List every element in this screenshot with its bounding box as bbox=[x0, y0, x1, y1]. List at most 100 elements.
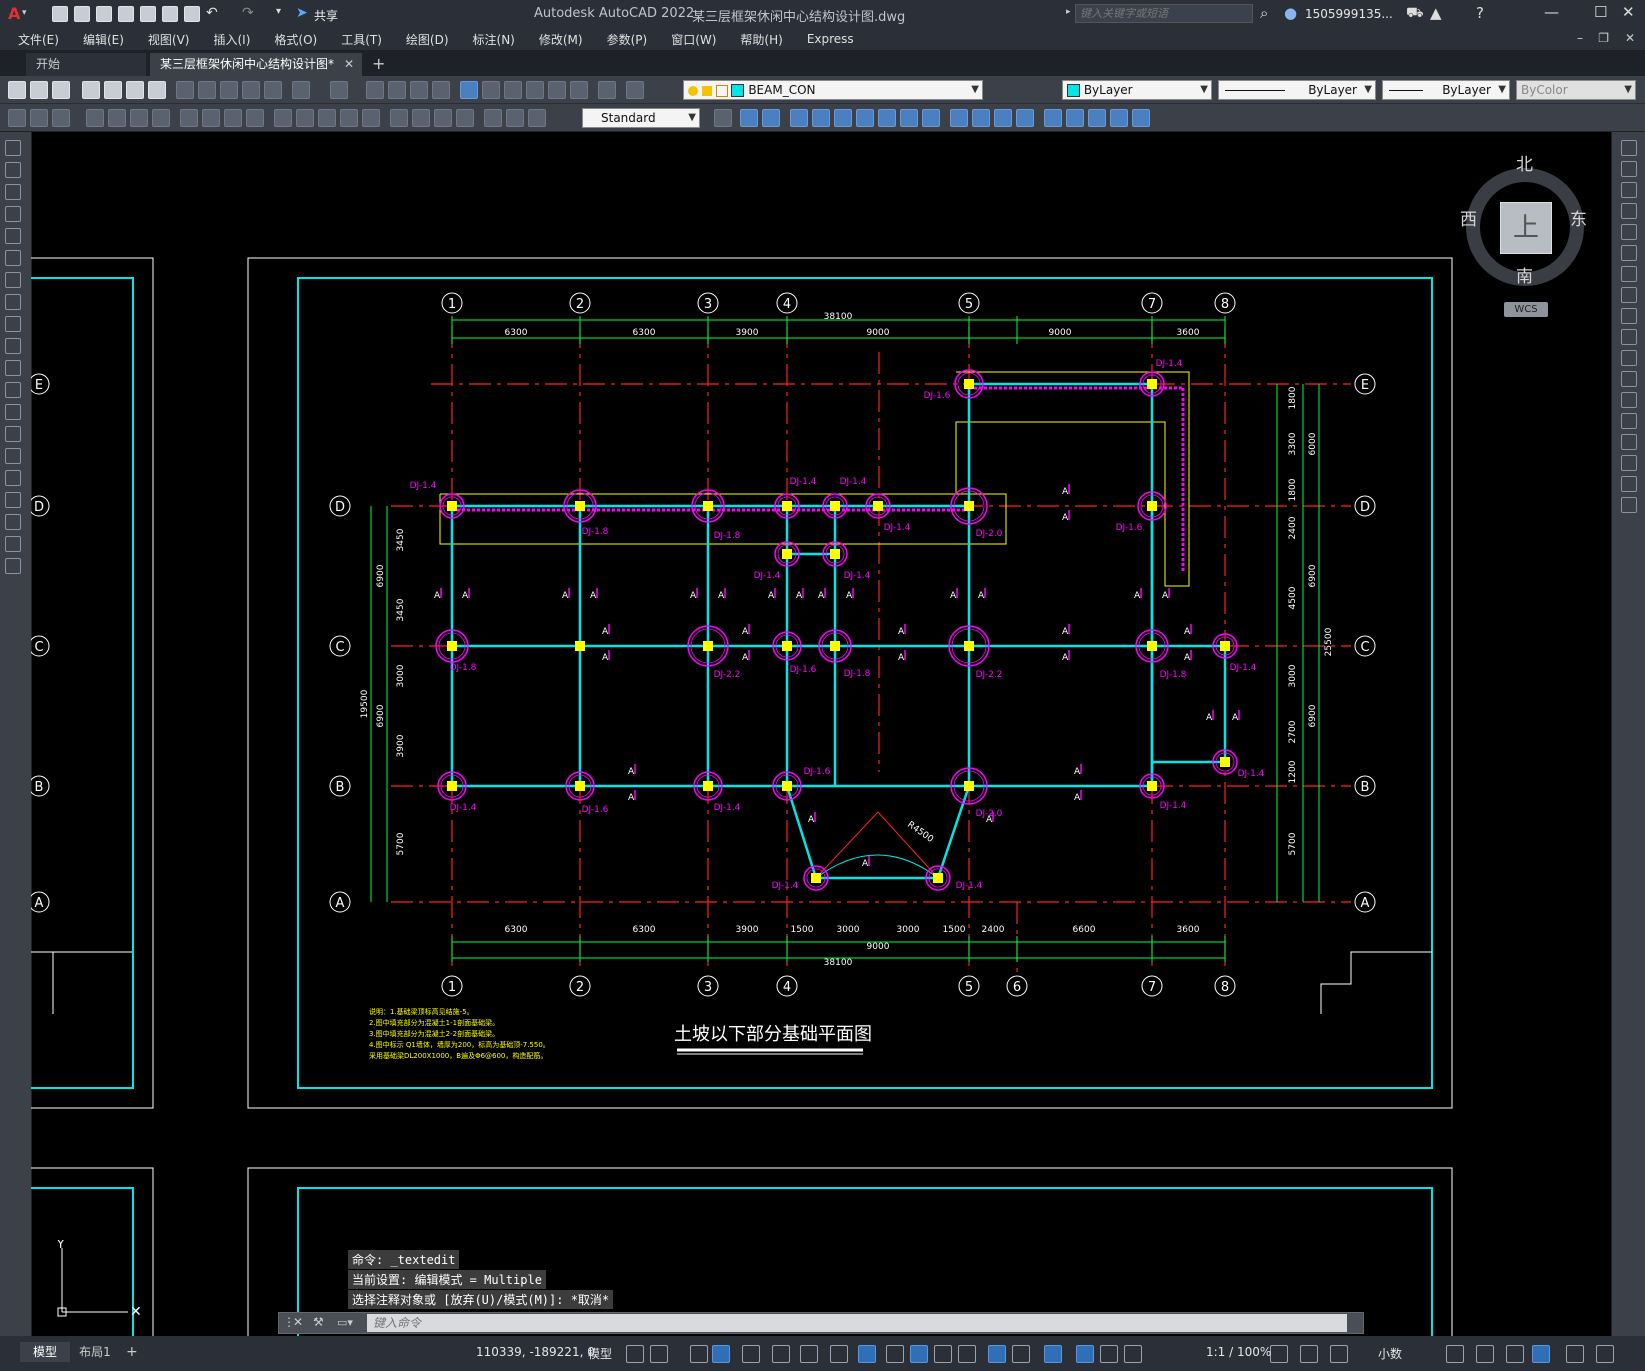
polar-icon[interactable] bbox=[772, 1345, 790, 1363]
lights-icon[interactable] bbox=[972, 109, 990, 127]
new-file-icon[interactable] bbox=[52, 6, 68, 22]
open-file-icon[interactable] bbox=[74, 6, 90, 22]
lock-ui-icon[interactable] bbox=[1476, 1345, 1494, 1363]
hatch-icon[interactable] bbox=[5, 448, 21, 464]
orbit-icon[interactable] bbox=[1044, 109, 1062, 127]
blend-curves-icon[interactable] bbox=[1621, 476, 1637, 492]
inspect-icon[interactable] bbox=[434, 109, 452, 127]
point-icon[interactable] bbox=[5, 426, 21, 442]
selection-filter-icon[interactable] bbox=[1012, 1345, 1030, 1363]
menu-draw[interactable]: 绘图(D) bbox=[406, 31, 449, 48]
cart-icon[interactable]: ⛟ bbox=[1406, 5, 1424, 23]
plotstyle-dropdown[interactable]: ByColor ▼ bbox=[1516, 80, 1636, 100]
polygon-icon[interactable] bbox=[5, 206, 21, 222]
blockeditor-icon[interactable] bbox=[264, 81, 282, 99]
walk-icon[interactable] bbox=[1066, 109, 1084, 127]
dim-space-icon[interactable] bbox=[340, 109, 358, 127]
dim-continue-icon[interactable] bbox=[318, 109, 336, 127]
3d-wedge-icon[interactable] bbox=[762, 109, 780, 127]
auto-scale-icon[interactable] bbox=[1100, 1345, 1118, 1363]
isodraft-icon[interactable] bbox=[800, 1345, 818, 1363]
transparency-icon[interactable] bbox=[910, 1345, 928, 1363]
attdef-icon[interactable] bbox=[52, 109, 70, 127]
camera-icon[interactable] bbox=[1016, 109, 1034, 127]
quick-properties-icon[interactable] bbox=[1446, 1345, 1464, 1363]
save-icon[interactable] bbox=[96, 6, 112, 22]
menu-help[interactable]: 帮助(H) bbox=[740, 31, 782, 48]
dimstyle-icon[interactable] bbox=[714, 109, 732, 127]
menu-insert[interactable]: 插入(I) bbox=[213, 31, 250, 48]
join-icon[interactable] bbox=[1621, 413, 1637, 429]
dim-diameter-icon[interactable] bbox=[224, 109, 242, 127]
toolpalettes-icon[interactable] bbox=[504, 81, 522, 99]
matchprop-icon[interactable] bbox=[242, 81, 260, 99]
line-icon[interactable] bbox=[5, 140, 21, 156]
ellipse-icon[interactable] bbox=[5, 338, 21, 354]
qdim-icon[interactable] bbox=[274, 109, 292, 127]
tab-start[interactable]: 开始 bbox=[26, 53, 146, 76]
tab-drawing[interactable]: 某三层框架休闲中心结构设计图* ✕ bbox=[150, 53, 362, 76]
workspace-icon[interactable] bbox=[1270, 1345, 1288, 1363]
plot-icon[interactable] bbox=[184, 6, 200, 22]
render-icon[interactable] bbox=[950, 109, 968, 127]
rotate-icon[interactable] bbox=[1621, 266, 1637, 282]
tolerance-icon[interactable] bbox=[390, 109, 408, 127]
redo-arrow-icon[interactable] bbox=[330, 81, 348, 99]
isolate-objects-icon[interactable] bbox=[1330, 1345, 1348, 1363]
showmotion-icon[interactable] bbox=[1132, 109, 1150, 127]
menu-format[interactable]: 格式(O) bbox=[274, 31, 317, 48]
dynamic-ucs-icon[interactable] bbox=[988, 1345, 1006, 1363]
viewcube-east[interactable]: 东 bbox=[1570, 205, 1587, 230]
recent-commands-icon[interactable]: ▭▾ bbox=[337, 1316, 353, 1329]
dim-jogged-icon[interactable] bbox=[202, 109, 220, 127]
viewcube[interactable]: 上 北 南 东 西 bbox=[1460, 150, 1588, 287]
gizmo-icon[interactable] bbox=[1044, 1345, 1062, 1363]
preview-icon[interactable] bbox=[104, 81, 122, 99]
annotate-icon[interactable] bbox=[1300, 1345, 1318, 1363]
ellipse-arc-icon[interactable] bbox=[5, 360, 21, 376]
undo-icon[interactable]: ↶ bbox=[206, 5, 218, 21]
region-icon[interactable] bbox=[5, 492, 21, 508]
table-icon[interactable] bbox=[5, 514, 21, 530]
undo-arrow-icon[interactable] bbox=[292, 81, 310, 99]
slice-icon[interactable] bbox=[900, 109, 918, 127]
object-snap-tracking-icon[interactable] bbox=[830, 1345, 848, 1363]
search-input[interactable] bbox=[1075, 4, 1253, 23]
layer-dropdown[interactable]: BEAM_CON ▼ bbox=[683, 80, 983, 100]
minimize-icon[interactable]: — bbox=[1544, 3, 1559, 21]
revcloud-icon[interactable] bbox=[5, 294, 21, 310]
makeblock-icon[interactable] bbox=[8, 109, 26, 127]
insertblock-icon[interactable] bbox=[30, 109, 48, 127]
gradient-icon[interactable] bbox=[5, 470, 21, 486]
3d-intersect-icon[interactable] bbox=[834, 109, 852, 127]
designcenter-icon[interactable] bbox=[482, 81, 500, 99]
pan-icon[interactable] bbox=[366, 81, 384, 99]
3dprint-icon[interactable] bbox=[148, 81, 166, 99]
3d-box-icon[interactable] bbox=[740, 109, 758, 127]
annotation-visibility-icon[interactable] bbox=[1076, 1345, 1094, 1363]
break-icon[interactable] bbox=[1621, 392, 1637, 408]
section-icon[interactable] bbox=[922, 109, 940, 127]
rectangle-icon[interactable] bbox=[5, 228, 21, 244]
share-icon[interactable]: ➤ bbox=[296, 5, 308, 21]
dynamic-input-icon[interactable] bbox=[712, 1345, 730, 1363]
add-selected-icon[interactable] bbox=[5, 558, 21, 574]
dim-arc-icon[interactable] bbox=[130, 109, 148, 127]
linetype-dropdown[interactable]: ByLayer ▼ bbox=[1218, 80, 1376, 100]
color-dropdown[interactable]: ByLayer ▼ bbox=[1062, 80, 1212, 100]
layer-properties-icon[interactable] bbox=[626, 81, 644, 99]
dimupdate-icon[interactable] bbox=[528, 109, 546, 127]
zoom-previous-icon[interactable] bbox=[432, 81, 450, 99]
web-mobile-open-icon[interactable] bbox=[140, 6, 156, 22]
jogged-linear-icon[interactable] bbox=[456, 109, 474, 127]
stretch-icon[interactable] bbox=[1621, 308, 1637, 324]
markup-icon[interactable] bbox=[548, 81, 566, 99]
menu-express[interactable]: Express bbox=[807, 32, 854, 46]
chamfer-icon[interactable] bbox=[1621, 434, 1637, 450]
menu-tools[interactable]: 工具(T) bbox=[341, 31, 382, 48]
textstyle-dropdown[interactable]: Standard ▼ bbox=[582, 108, 700, 128]
make-block-icon[interactable] bbox=[5, 404, 21, 420]
viewcube-south[interactable]: 南 bbox=[1516, 262, 1533, 287]
scale-icon[interactable] bbox=[1621, 287, 1637, 303]
ortho-icon[interactable] bbox=[742, 1345, 760, 1363]
